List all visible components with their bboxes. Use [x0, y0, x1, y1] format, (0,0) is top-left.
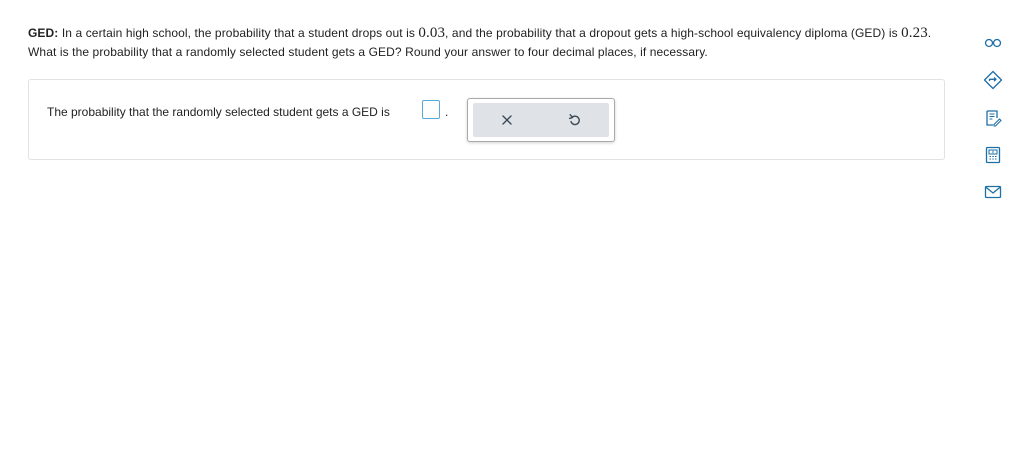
notebook-icon	[986, 110, 1002, 127]
clear-button[interactable]	[473, 103, 541, 137]
mail-icon	[984, 185, 1002, 199]
question-lead: GED:	[28, 26, 59, 40]
answer-toolbar	[467, 98, 615, 142]
answer-prompt: The probability that the randomly select…	[47, 105, 390, 119]
undo-button[interactable]	[541, 103, 609, 137]
dropout-probability: 0.03	[418, 25, 446, 41]
mail-icon-button[interactable]	[980, 179, 1006, 205]
notebook-icon-button[interactable]	[980, 105, 1006, 131]
glasses-icon	[984, 38, 1002, 48]
answer-toolbar-inner	[473, 103, 609, 137]
question-part1: In a certain high school, the probabilit…	[58, 26, 419, 40]
question-text: GED: In a certain high school, the proba…	[28, 24, 948, 62]
calculator-icon	[985, 146, 1001, 164]
undo-icon	[568, 114, 580, 126]
answer-period: .	[445, 105, 449, 119]
answer-input[interactable]	[422, 100, 440, 119]
ged-probability: 0.23	[901, 25, 928, 41]
close-icon	[502, 115, 512, 125]
diamond-arrow-icon	[983, 70, 1003, 90]
question-part2: , and the probability that a dropout get…	[445, 26, 902, 40]
glasses-icon-button[interactable]	[980, 30, 1006, 56]
diamond-arrow-icon-button[interactable]	[980, 67, 1006, 93]
calculator-icon-button[interactable]	[980, 142, 1006, 168]
